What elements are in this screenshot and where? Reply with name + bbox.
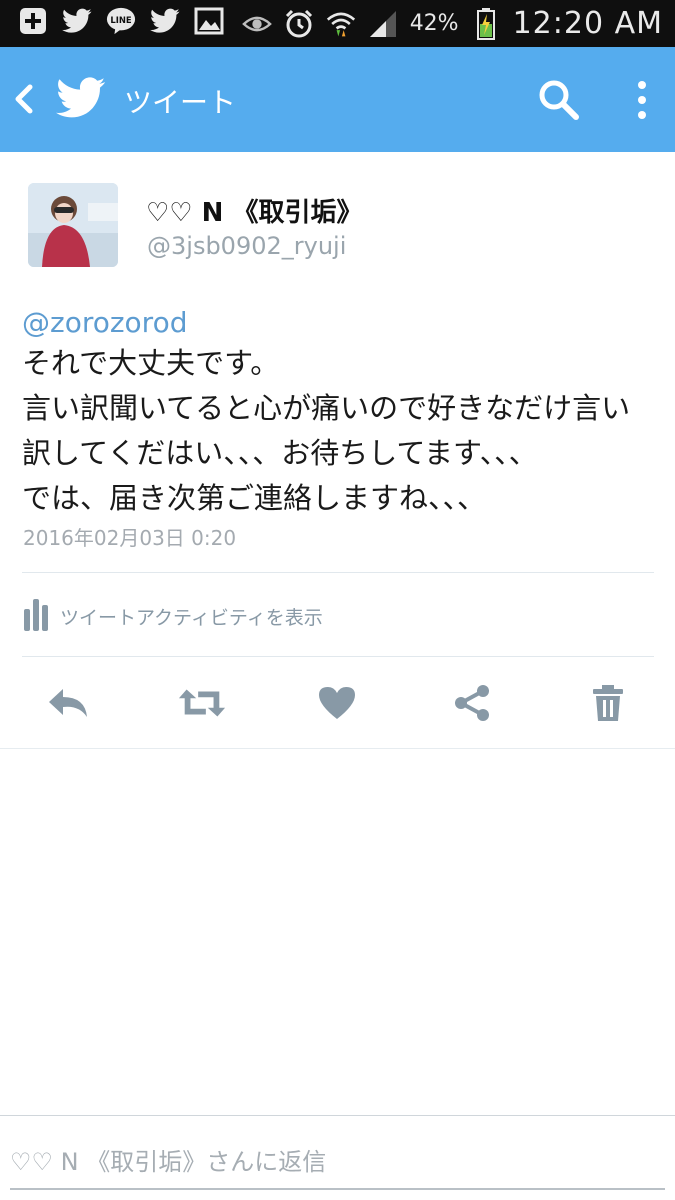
share-button[interactable] [447,680,497,726]
tweet-line: 訳してくだはい、、、お待ちしてます、、、 [22,436,538,470]
app-bar: ツイート [0,47,675,152]
display-name[interactable]: ♡♡ N 《取引垢》 [146,192,362,229]
reply-icon [49,689,87,717]
retweet-button[interactable] [177,680,227,726]
alarm-icon [284,9,314,39]
delete-button[interactable] [583,680,633,726]
divider [0,748,675,749]
user-handle[interactable]: @3jsb0902_ryuji [147,232,346,260]
add-icon [18,6,48,36]
more-options-button[interactable] [628,77,656,123]
share-icon [455,685,489,721]
divider [22,572,654,573]
reply-button[interactable] [43,680,93,726]
twitter-logo-icon [56,77,106,119]
reply-input-underline [10,1188,665,1190]
more-vert-icon [638,81,646,119]
tweet-activity-label: ツイートアクティビティを表示 [60,606,323,629]
search-icon [539,80,579,120]
search-button[interactable] [536,77,582,123]
retweet-icon [178,689,226,717]
back-arrow-icon [15,84,33,114]
wifi-icon [326,9,356,39]
like-icon [319,687,355,719]
svg-text:LINE: LINE [110,15,132,25]
line-icon: LINE [106,6,136,36]
signal-icon [368,9,398,39]
tweet-text: @zorozorod それで大丈夫です。 言い訳聞いてると心が痛いので好きなだけ… [22,305,662,521]
status-time: 12:20 AM [512,6,663,41]
tweet-line: では、届き次第ご連絡しますね、、、 [22,481,487,515]
page-title: ツイート [124,86,237,119]
tweet-activity-link[interactable]: ツイートアクティビティを表示 [22,596,323,636]
divider [22,656,654,657]
bar-chart-icon [22,597,50,635]
tweet-actions [0,680,675,730]
battery-percent: 42% [409,11,459,36]
back-button[interactable] [8,79,40,119]
tweet-line: 言い訳聞いてると心が痛いので好きなだけ言い [22,391,631,425]
reply-input[interactable]: ♡♡ N 《取引垢》さんに返信 [10,1142,326,1177]
avatar[interactable] [28,183,118,267]
tweet-timestamp: 2016年02月03日 0:20 [23,526,237,550]
gallery-icon [194,6,224,36]
status-bar: LINE 42% 12:20 AM [0,0,675,47]
twitter-icon [150,6,180,36]
divider [0,1115,675,1116]
tweet-line: それで大丈夫です。 [22,346,280,380]
battery-icon [471,7,501,40]
twitter-icon [62,6,92,36]
eye-icon [241,9,272,39]
mention-link[interactable]: @zorozorod [22,305,662,341]
like-button[interactable] [312,680,362,726]
delete-icon [593,685,623,721]
